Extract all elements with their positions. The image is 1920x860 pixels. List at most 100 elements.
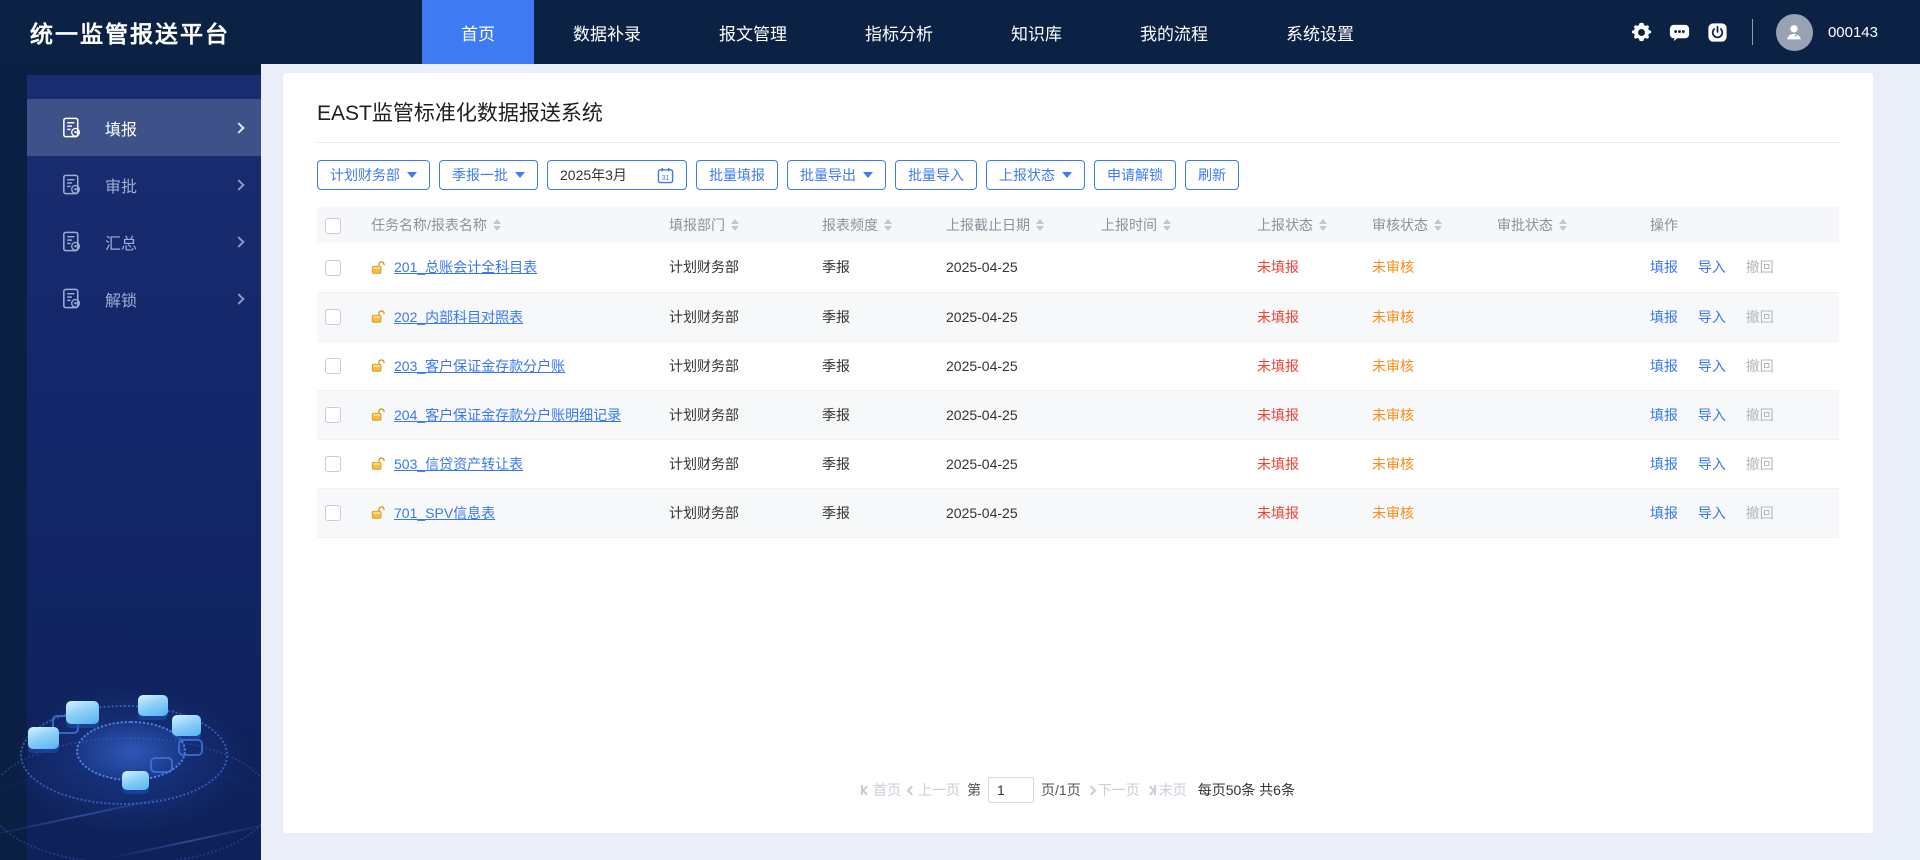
topnav-item[interactable]: 首页 (422, 0, 534, 64)
column-header[interactable]: 上报状态 (1249, 207, 1364, 243)
fill-action-link[interactable]: 填报 (1650, 259, 1678, 275)
actions-cell: 填报 导入 撤回 (1642, 341, 1839, 390)
import-action-link[interactable]: 导入 (1698, 309, 1726, 325)
table-row: 201_总账会计全科目表 计划财务部 季报 2025-04-25 未填报 未审核 (317, 243, 1839, 292)
fill-action-link[interactable]: 填报 (1650, 407, 1678, 423)
topnav-item-label: 知识库 (1011, 24, 1062, 44)
import-action-link[interactable]: 导入 (1698, 259, 1726, 275)
topnav-item[interactable]: 知识库 (972, 0, 1101, 64)
sort-icon[interactable] (492, 219, 501, 231)
task-name-link[interactable]: 503_信贷资产转让表 (394, 454, 523, 474)
row-checkbox[interactable] (325, 505, 341, 522)
withdraw-action-link[interactable]: 撤回 (1746, 309, 1774, 325)
pagination-prev-button[interactable]: 上一页 (906, 780, 960, 800)
report-time-cell (1093, 439, 1249, 488)
toolbar-button[interactable]: 批量导出 (787, 160, 886, 190)
topnav-item-label: 报文管理 (719, 24, 787, 44)
topnav-item[interactable]: 指标分析 (826, 0, 972, 64)
task-name-link[interactable]: 203_客户保证金存款分户账 (394, 356, 565, 376)
toolbar-button[interactable]: 申请解锁 (1094, 160, 1176, 190)
settings-gear-icon[interactable] (1630, 21, 1653, 44)
sidebar-item[interactable]: 解锁 (27, 270, 261, 327)
topnav-item-label: 我的流程 (1140, 24, 1208, 44)
column-header[interactable]: 报表频度 (814, 207, 938, 243)
import-action-link[interactable]: 导入 (1698, 407, 1726, 423)
sidebar-item[interactable]: 填报 (27, 99, 261, 156)
task-name-link[interactable]: 202_内部科目对照表 (394, 307, 523, 327)
audit-status-cell: 未审核 (1372, 357, 1414, 374)
deadline-cell: 2025-04-25 (946, 259, 1018, 276)
dept-cell: 计划财务部 (669, 357, 739, 374)
task-name-link[interactable]: 204_客户保证金存款分户账明细记录 (394, 405, 621, 425)
withdraw-action-link[interactable]: 撤回 (1746, 259, 1774, 275)
department-select[interactable]: 计划财务部 (317, 160, 430, 190)
topnav-item[interactable]: 数据补录 (534, 0, 680, 64)
fill-action-link[interactable]: 填报 (1650, 456, 1678, 472)
power-logout-icon[interactable] (1706, 21, 1729, 44)
report-status-cell: 未填报 (1257, 357, 1299, 374)
sort-icon[interactable] (731, 219, 739, 231)
fill-action-link[interactable]: 填报 (1650, 358, 1678, 374)
task-name-link[interactable]: 201_总账会计全科目表 (394, 257, 537, 277)
import-action-link[interactable]: 导入 (1698, 358, 1726, 374)
sidebar-item[interactable]: 汇总 (27, 213, 261, 270)
toolbar-button[interactable]: 批量填报 (696, 160, 778, 190)
column-header[interactable]: 审核状态 (1364, 207, 1489, 243)
row-checkbox[interactable] (325, 456, 341, 473)
task-name-link[interactable]: 701_SPV信息表 (394, 503, 495, 523)
report-status-cell: 未填报 (1257, 406, 1299, 423)
frequency-cell: 季报 (822, 308, 850, 325)
column-header[interactable]: 填报部门 (661, 207, 814, 243)
sidebar-item[interactable]: 审批 (27, 156, 261, 213)
column-header[interactable]: 审批状态 (1489, 207, 1642, 243)
audit-status-cell: 未审核 (1372, 259, 1414, 276)
withdraw-action-link[interactable]: 撤回 (1746, 505, 1774, 521)
page-number-input[interactable] (988, 777, 1035, 803)
user-avatar[interactable] (1775, 13, 1813, 51)
withdraw-action-link[interactable]: 撤回 (1746, 358, 1774, 374)
sort-icon[interactable] (1036, 219, 1044, 231)
unlock-icon (371, 359, 385, 372)
select-all-checkbox[interactable] (325, 217, 341, 234)
toolbar-button[interactable]: 批量导入 (895, 160, 977, 190)
topnav-item[interactable]: 我的流程 (1101, 0, 1247, 64)
column-header[interactable]: 操作 (1642, 207, 1839, 243)
sort-icon[interactable] (1163, 219, 1171, 231)
topnav-item[interactable]: 系统设置 (1247, 0, 1393, 64)
column-header[interactable]: 上报截止日期 (938, 207, 1093, 243)
report-doc-icon (63, 288, 81, 309)
withdraw-action-link[interactable]: 撤回 (1746, 456, 1774, 472)
fill-action-link[interactable]: 填报 (1650, 309, 1678, 325)
topnav-item[interactable]: 报文管理 (680, 0, 826, 64)
report-time-cell (1093, 292, 1249, 341)
row-checkbox[interactable] (325, 309, 341, 326)
sort-icon[interactable] (884, 219, 892, 231)
row-checkbox[interactable] (325, 259, 341, 276)
pagination-first-button[interactable]: 首页 (861, 780, 901, 800)
row-checkbox[interactable] (325, 358, 341, 375)
withdraw-action-link[interactable]: 撤回 (1746, 407, 1774, 423)
column-header[interactable]: 任务名称/报表名称 (363, 207, 661, 243)
batch-select[interactable]: 季报一批 (439, 160, 538, 190)
sort-icon[interactable] (1434, 219, 1442, 231)
sort-icon[interactable] (1319, 219, 1327, 231)
toolbar-button[interactable]: 上报状态 (986, 160, 1085, 190)
pagination-last-button[interactable]: 末页 (1145, 780, 1187, 800)
row-checkbox[interactable] (325, 407, 341, 424)
actions-cell: 填报 导入 撤回 (1642, 488, 1839, 537)
toolbar-button[interactable]: 刷新 (1185, 160, 1239, 190)
report-doc-icon (63, 117, 81, 138)
frequency-cell: 季报 (822, 406, 850, 423)
pagination-next-button[interactable]: 下一页 (1086, 780, 1140, 800)
table-row: 701_SPV信息表 计划财务部 季报 2025-04-25 未填报 未审核 填… (317, 488, 1839, 537)
column-header[interactable]: 上报时间 (1093, 207, 1249, 243)
import-action-link[interactable]: 导入 (1698, 505, 1726, 521)
import-action-link[interactable]: 导入 (1698, 456, 1726, 472)
fill-action-link[interactable]: 填报 (1650, 505, 1678, 521)
sort-icon[interactable] (1559, 219, 1567, 231)
report-month-input[interactable]: 2025年3月 31 (547, 160, 687, 190)
app-logo: 统一监管报送平台 (30, 21, 230, 47)
message-icon[interactable] (1668, 21, 1691, 44)
sidebar-item-label: 解锁 (105, 292, 138, 310)
report-doc-icon (63, 174, 81, 195)
